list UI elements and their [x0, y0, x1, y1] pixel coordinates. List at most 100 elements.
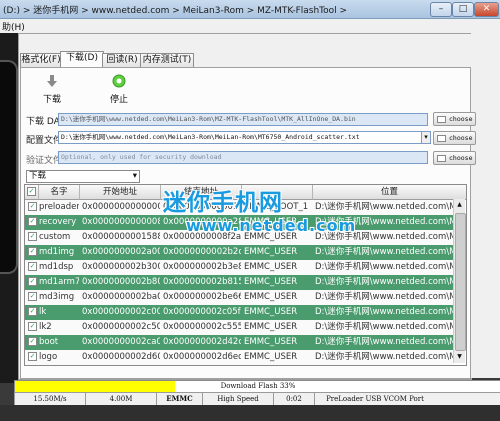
progress-text: Download Flash 33%	[220, 382, 296, 390]
cell-type: EMMC_USER	[244, 307, 298, 317]
row-checkbox[interactable]: ✓	[28, 320, 37, 335]
cell-name: md1arm7	[39, 277, 79, 287]
header-name[interactable]: 名字	[39, 185, 80, 200]
checkbox-icon[interactable]: ✓	[28, 352, 37, 361]
close-button[interactable]: ✕	[474, 2, 499, 17]
cell-end: 0x000000002c05f38f	[163, 307, 241, 317]
table-row[interactable]: ✓md1arm70x0000000002b8000000x000000002b8…	[25, 275, 454, 291]
menu-bar: 助(H)	[0, 19, 500, 33]
status-speed: 15.50M/s	[15, 393, 86, 405]
tab-readback[interactable]: 回读(R)	[102, 53, 142, 67]
table-row[interactable]: ✓logo0x0000000002d6000000x000000002d6ed1…	[25, 350, 454, 365]
download-agent-label: 下载 DA	[26, 117, 60, 127]
check-all-box[interactable]: ✓	[27, 187, 36, 196]
taskbar-area	[0, 405, 500, 421]
cell-end: 0x0000000002b2c10f	[163, 247, 241, 257]
table-row[interactable]: ✓dtbo0x0000000002e0000000x000000002e1b51…	[25, 365, 454, 366]
tab-format[interactable]: 格式化(F)	[20, 53, 62, 67]
cell-start: 0x0000000002b800000	[82, 277, 160, 287]
header-check[interactable]: ✓	[25, 185, 39, 200]
row-checkbox[interactable]: ✓	[28, 350, 37, 365]
row-checkbox[interactable]: ✓	[28, 215, 37, 230]
checkbox-icon[interactable]: ✓	[28, 292, 37, 301]
row-checkbox[interactable]: ✓	[28, 305, 37, 320]
cell-name: lk2	[39, 322, 52, 332]
choose-scatter-button[interactable]: choose	[433, 131, 476, 145]
cell-location: D:\迷你手机网\www.netded.com\Meil...	[315, 202, 453, 212]
table-row[interactable]: ✓md1img 0x0000000002a000000x0000000002b2c…	[25, 245, 454, 261]
download-button[interactable]: 下载	[39, 74, 65, 105]
table-row[interactable]: ✓md3img 0x0000000002ba000000x000000002be6…	[25, 290, 454, 306]
cell-end: 0x000000002b815f6f	[163, 277, 241, 287]
auth-field[interactable]: Optional, only used for security downloa…	[58, 151, 428, 164]
table-row[interactable]: ✓boot 0x0000000002ca000000x000000002d42c6…	[25, 335, 454, 351]
checkbox-icon[interactable]: ✓	[28, 277, 37, 286]
checkbox-icon[interactable]: ✓	[28, 217, 37, 226]
auth-label: 验证文件	[26, 156, 63, 166]
cell-start: 0x0000000002e000000	[82, 365, 160, 366]
cell-end: 0x000000002c55532f	[163, 322, 241, 332]
cell-type: EMMC_USER	[244, 337, 298, 347]
watermark-cn: 迷你手机网	[163, 190, 283, 216]
window-title: (D:) > 迷你手机网 > www.netded.com > MeiLan3-…	[3, 6, 348, 16]
choose-da-button[interactable]: choose	[433, 112, 476, 126]
cell-type: EMMC_USER	[244, 247, 298, 257]
header-location[interactable]: 位置	[313, 185, 466, 200]
table-row[interactable]: ✓lk2 0x0000000002c5000000x000000002c55532…	[25, 320, 454, 336]
row-checkbox[interactable]: ✓	[28, 230, 37, 245]
row-checkbox[interactable]: ✓	[28, 245, 37, 260]
cell-start: 0x0000000002c500000	[82, 322, 160, 332]
cell-location: D:\迷你手机网\www.netded.com\Meil...	[315, 292, 453, 302]
download-arrow-icon	[39, 74, 65, 92]
cell-location: D:\迷你手机网\www.netded.com\Meil...	[315, 365, 453, 366]
table-scrollbar[interactable]: ▲ ▼	[453, 199, 466, 363]
checkbox-icon[interactable]: ✓	[28, 307, 37, 316]
stop-label: 停止	[109, 95, 128, 105]
minimize-button[interactable]: –	[430, 2, 452, 17]
scroll-down-icon[interactable]: ▼	[455, 353, 464, 361]
status-port: PreLoader USB VCOM Port	[326, 395, 424, 403]
menu-help[interactable]: 助(H)	[2, 20, 25, 33]
row-checkbox[interactable]: ✓	[28, 335, 37, 350]
phone-image	[0, 60, 18, 274]
checkbox-icon[interactable]: ✓	[28, 262, 37, 271]
status-time: 0:02	[274, 393, 315, 405]
header-start[interactable]: 开始地址	[80, 185, 161, 200]
cell-end: 0x000000002b3e84cf	[163, 262, 241, 272]
cell-location: D:\迷你手机网\www.netded.com\Meil...	[315, 247, 453, 257]
stop-circle-icon	[106, 74, 132, 92]
row-checkbox[interactable]: ✓	[28, 365, 37, 366]
cell-start: 0x0000000002ca00000	[82, 337, 160, 347]
download-agent-field[interactable]: D:\迷你手机网\www.netded.com\MeiLan3-Rom\MZ-M…	[58, 113, 428, 126]
mode-select[interactable]: 下载 ▾	[26, 170, 140, 183]
tab-memory-test[interactable]: 内存测试(T)	[140, 53, 194, 67]
scatter-dropdown-arrow[interactable]: ▾	[421, 131, 431, 144]
table-row[interactable]: ✓lk 0x0000000002c0000000x000000002c05f38f…	[25, 305, 454, 321]
checkbox-icon[interactable]: ✓	[28, 247, 37, 256]
checkbox-icon[interactable]: ✓	[28, 202, 37, 211]
row-checkbox[interactable]: ✓	[28, 290, 37, 305]
cell-name: md1img	[39, 247, 75, 257]
stop-button[interactable]: 停止	[106, 74, 132, 105]
row-checkbox[interactable]: ✓	[28, 260, 37, 275]
row-checkbox[interactable]: ✓	[28, 200, 37, 215]
cell-location: D:\迷你手机网\www.netded.com\Meil...	[315, 352, 453, 362]
cell-location: D:\迷你手机网\www.netded.com\Meil...	[315, 277, 453, 287]
scroll-thumb[interactable]	[455, 213, 466, 351]
maximize-button[interactable]: □	[452, 2, 474, 17]
cell-end: 0x000000002d6ed17f	[163, 352, 241, 362]
scroll-up-icon[interactable]: ▲	[455, 201, 464, 209]
table-row[interactable]: ✓md1dsp 0x000000002b3000000x000000002b3e8…	[25, 260, 454, 276]
choose-auth-button[interactable]: choose	[433, 151, 476, 165]
cell-start: 0x0000000000008000	[82, 217, 160, 227]
cell-start: 0x0000000002ba00000	[82, 292, 160, 302]
tab-download[interactable]: 下载(D)	[60, 51, 104, 68]
scatter-field[interactable]: D:\迷你手机网\www.netded.com\MeiLan3-Rom\MeiL…	[58, 131, 424, 144]
row-checkbox[interactable]: ✓	[28, 275, 37, 290]
cell-name: lk	[39, 307, 47, 317]
status-size: 4.00M	[86, 393, 157, 405]
cell-start: 0x000000002b300000	[82, 262, 160, 272]
checkbox-icon[interactable]: ✓	[28, 322, 37, 331]
checkbox-icon[interactable]: ✓	[28, 337, 37, 346]
checkbox-icon[interactable]: ✓	[28, 232, 37, 241]
